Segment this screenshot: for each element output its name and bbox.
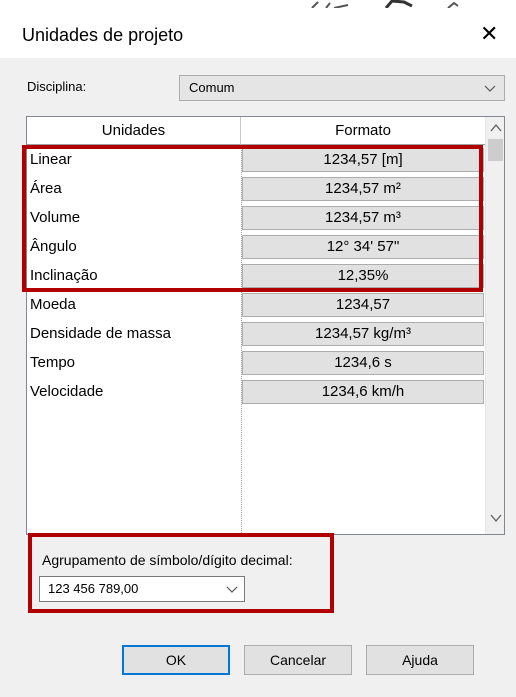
table-row: Moeda 1234,57: [27, 291, 485, 320]
background-window-fragment: [0, 0, 516, 14]
grouping-label: Agrupamento de símbolo/dígito decimal:: [42, 552, 293, 568]
chevron-down-icon: [226, 586, 238, 593]
column-header-units[interactable]: Unidades: [27, 117, 241, 145]
format-button[interactable]: 1234,6 km/h: [242, 380, 484, 404]
table-row: Densidade de massa 1234,57 kg/m³: [27, 320, 485, 349]
scroll-up-icon[interactable]: [490, 123, 502, 133]
discipline-label: Disciplina:: [27, 79, 87, 94]
cancel-button[interactable]: Cancelar: [244, 645, 352, 675]
dialog-title-bar: Unidades de projeto ✕: [0, 14, 516, 58]
format-button[interactable]: 1234,57 kg/m³: [242, 322, 484, 346]
background-artwork: [311, 0, 459, 8]
vertical-scrollbar[interactable]: [485, 117, 504, 534]
unit-name: Densidade de massa: [30, 325, 171, 342]
grouping-dropdown[interactable]: 123 456 789,00: [39, 576, 245, 602]
dialog-title: Unidades de projeto: [22, 25, 184, 45]
chevron-down-icon: [484, 85, 496, 92]
highlight-box-basic-units: [22, 145, 483, 292]
format-button[interactable]: 1234,6 s: [242, 351, 484, 375]
discipline-value: Comum: [189, 80, 235, 95]
discipline-dropdown[interactable]: Comum: [179, 75, 505, 101]
ok-button[interactable]: OK: [122, 645, 230, 675]
scrollbar-thumb[interactable]: [488, 139, 503, 161]
unit-name: Velocidade: [30, 383, 104, 400]
grouping-value: 123 456 789,00: [48, 581, 139, 596]
close-icon[interactable]: ✕: [480, 23, 498, 45]
scroll-down-icon[interactable]: [490, 513, 502, 523]
table-row: Velocidade 1234,6 km/h: [27, 378, 485, 407]
unit-name: Moeda: [30, 296, 76, 313]
table-row: Tempo 1234,6 s: [27, 349, 485, 378]
format-button[interactable]: 1234,57: [242, 293, 484, 317]
column-header-format[interactable]: Formato: [241, 117, 485, 145]
unit-name: Tempo: [30, 354, 76, 371]
help-button[interactable]: Ajuda: [366, 645, 474, 675]
